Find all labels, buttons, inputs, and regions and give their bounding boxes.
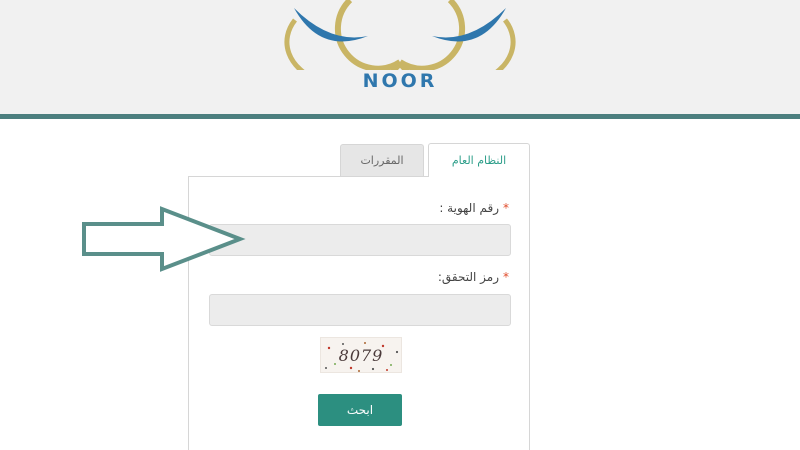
required-mark: *: [503, 201, 509, 215]
captcha-text: 8079: [338, 345, 384, 365]
right-arrow-outline-icon: [82, 206, 246, 272]
logo-text: NOOR: [362, 70, 438, 92]
noor-logo-icon: [284, 0, 516, 70]
captcha-image: 8079: [320, 337, 402, 373]
noor-login-page: NOOR المقررات النظام العام *رقم الهوية :…: [0, 0, 800, 450]
tab-general-system[interactable]: النظام العام: [428, 143, 530, 177]
required-mark: *: [503, 270, 509, 284]
header-divider: [0, 114, 800, 119]
header: NOOR: [0, 0, 800, 114]
tab-courses[interactable]: المقررات: [340, 144, 424, 176]
captcha-input[interactable]: [209, 294, 511, 326]
search-button[interactable]: ابحث: [318, 394, 402, 426]
id-number-label: *رقم الهوية :: [439, 201, 509, 215]
captcha-label: *رمز التحقق:: [437, 270, 509, 284]
id-number-input[interactable]: [209, 224, 511, 256]
